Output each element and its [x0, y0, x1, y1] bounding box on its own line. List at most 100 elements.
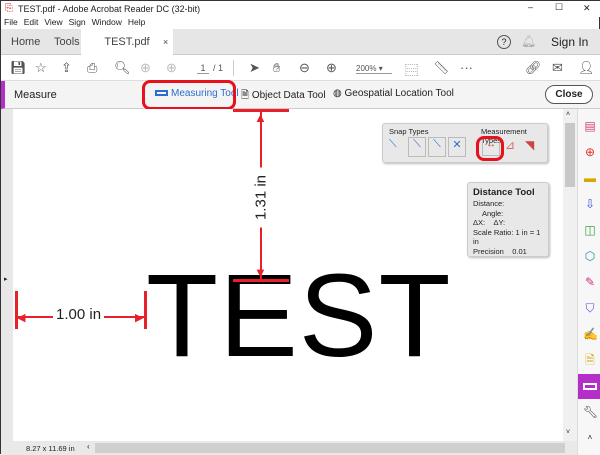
export-pdf-icon[interactable]: ⇩: [583, 197, 597, 211]
document-text: TEST: [146, 250, 452, 382]
bell-icon[interactable]: 🔔︎: [521, 34, 536, 48]
menu-file[interactable]: File: [4, 17, 18, 27]
zoom-in-icon[interactable]: ⊕: [326, 60, 337, 76]
distance-tool-title: Distance Tool: [473, 187, 535, 198]
zoom-out-icon[interactable]: ⊖: [299, 60, 310, 76]
snap-measurement-panel: Snap Types Measurement Types ⟍ ⟍ ⟍ ✕ ↔ ⊿…: [382, 123, 548, 163]
close-window-button[interactable]: ✕: [583, 3, 591, 14]
snap-to-endpoints-icon[interactable]: ⟍: [408, 137, 426, 157]
compress-icon[interactable]: ◫: [583, 223, 597, 237]
save-icon[interactable]: 💾︎: [10, 60, 27, 76]
fill-sign-icon[interactable]: ✎: [583, 275, 597, 289]
page-number-input[interactable]: 1: [197, 63, 209, 74]
menu-edit[interactable]: Edit: [24, 17, 39, 27]
next-page-icon[interactable]: ⊕: [166, 60, 177, 76]
page-size: 8.27 x 11.69 in: [26, 444, 75, 453]
collapse-panel-icon[interactable]: ˄: [583, 431, 597, 445]
delta-y-label: ΔY:: [493, 218, 506, 227]
arrow-left-icon: ◀: [17, 312, 26, 324]
snap-types-label: Snap Types: [389, 127, 429, 136]
window-title: TEST.pdf - Adobe Acrobat Reader DC (32-b…: [18, 4, 201, 14]
tab-tools[interactable]: Tools: [54, 29, 80, 55]
tab-close-button[interactable]: ×: [163, 29, 168, 55]
snap-to-midpoints-icon[interactable]: ⟍: [428, 137, 446, 157]
status-bar: 8.27 x 11.69 in ‹: [1, 441, 577, 455]
email-icon[interactable]: ✉: [552, 60, 563, 76]
print-icon[interactable]: ⎙: [87, 60, 97, 76]
precision-label: Precision: [473, 246, 504, 256]
measure-ruler-icon[interactable]: 📏︎: [433, 60, 450, 76]
right-tools-panel: ▤ ⊕ ▬ ⇩ ◫ ⬡ ✎ ⛉ ✍ 🗎︎ 🔧︎ ˄: [577, 109, 600, 455]
measure-tick: [144, 291, 147, 329]
sign-in-button[interactable]: Sign In: [551, 29, 588, 55]
close-measure-button[interactable]: Close: [545, 85, 593, 104]
scale-ratio: Scale Ratio: 1 in = 1 in: [473, 227, 541, 247]
document-page: TEST ◀ ▶ 1.00 in ▲ ▼ 1.31 in Snap Types …: [13, 109, 563, 441]
toolbar: 💾︎ ☆ ⇪ ⎙ 🔍︎ ⊕ ⊕ 1 / 1 ➤ ✋︎ ⊖ ⊕ 200% ▾ ⿳ …: [1, 55, 600, 81]
select-arrow-icon[interactable]: ➤: [249, 60, 260, 76]
snap-to-intersections-icon[interactable]: ✕: [448, 137, 466, 157]
create-pdf-icon[interactable]: ⊕: [583, 145, 597, 159]
perimeter-tool-icon[interactable]: ⊿: [505, 138, 515, 152]
minimize-button[interactable]: –: [528, 2, 533, 12]
sign-pen-icon[interactable]: ✍: [583, 327, 598, 341]
precision-value: 0.01: [512, 246, 527, 256]
tab-bar: Home Tools TEST.pdf × ? 🔔︎ Sign In: [1, 29, 600, 55]
search-zoom-icon[interactable]: 🔍︎: [114, 60, 131, 76]
angle-label: Angle:: [482, 208, 504, 218]
arrow-up-icon: ▲: [254, 110, 267, 125]
menu-view[interactable]: View: [44, 17, 62, 27]
send-comments-icon[interactable]: 🗎︎: [583, 353, 597, 367]
vertical-scrollbar[interactable]: ˄ ˅: [563, 109, 577, 441]
arrow-down-icon: ▼: [254, 265, 267, 280]
scrollbar-thumb[interactable]: [565, 123, 575, 187]
title-bar: ⎘ TEST.pdf - Adobe Acrobat Reader DC (32…: [1, 1, 600, 17]
geospatial-tool-button[interactable]: ◍ Geospatial Location Tool: [333, 88, 454, 99]
scroll-left-icon[interactable]: ‹: [87, 442, 90, 451]
left-panel-gutter: ▸: [1, 109, 13, 441]
area-tool-icon[interactable]: ◥: [525, 138, 534, 152]
previous-page-icon[interactable]: ⊕: [140, 60, 151, 76]
hand-tool-icon[interactable]: ✋︎: [273, 60, 280, 76]
zoom-level-dropdown[interactable]: 200% ▾: [356, 64, 392, 74]
protect-shield-icon[interactable]: ⛉: [583, 301, 597, 315]
scroll-down-icon[interactable]: ˅: [566, 429, 570, 436]
divider: [233, 60, 234, 76]
horizontal-scrollbar[interactable]: [95, 443, 565, 453]
distance-label: Distance:: [473, 199, 505, 208]
tab-home[interactable]: Home: [11, 29, 40, 55]
measure-tool-active[interactable]: [578, 374, 600, 399]
tab-document[interactable]: TEST.pdf: [81, 29, 173, 55]
upload-cloud-icon[interactable]: ⇪: [61, 60, 72, 76]
customize-tools-icon[interactable]: 🔧︎: [583, 405, 598, 419]
page-fit-icon[interactable]: ⿳: [405, 60, 418, 79]
scan-icon[interactable]: ⬡: [583, 249, 597, 263]
share-link-icon[interactable]: 🔗︎: [525, 60, 542, 76]
globe-icon: ◍: [333, 88, 345, 99]
highlight-circle: [142, 80, 236, 110]
bookmark-star-icon[interactable]: ☆: [35, 60, 47, 76]
menu-window[interactable]: Window: [92, 17, 122, 27]
more-tools-button[interactable]: ···: [460, 60, 473, 75]
help-icon[interactable]: ?: [497, 35, 511, 49]
expand-panel-arrow-icon[interactable]: ▸: [4, 275, 8, 283]
maximize-button[interactable]: ☐: [555, 2, 563, 13]
page-total: / 1: [213, 63, 224, 73]
zoom-level-value: 200%: [356, 64, 377, 73]
account-icon[interactable]: 👤︎: [578, 60, 595, 76]
distance-tool-panel: Distance Tool Distance: Angle: ΔX: ΔY: S…: [467, 182, 549, 257]
geospatial-tool-label: Geospatial Location Tool: [344, 88, 454, 99]
horizontal-measure-label: 1.00 in: [53, 306, 105, 323]
snap-to-paths-icon[interactable]: ⟍: [389, 138, 397, 151]
menu-help[interactable]: Help: [128, 17, 145, 27]
ruler-icon: [583, 383, 597, 390]
organize-pages-icon[interactable]: ▤: [583, 119, 597, 133]
delta-x-label: ΔX:: [473, 218, 486, 227]
object-data-tool-button[interactable]: 🗎︎ Object Data Tool: [241, 88, 326, 105]
menu-sign[interactable]: Sign: [69, 17, 86, 27]
tab-document-label: TEST.pdf: [104, 36, 150, 48]
scroll-up-icon[interactable]: ˄: [566, 111, 570, 118]
measure-title: Measure: [14, 89, 57, 101]
object-data-icon: 🗎︎: [241, 90, 252, 101]
comment-icon[interactable]: ▬: [583, 171, 597, 185]
